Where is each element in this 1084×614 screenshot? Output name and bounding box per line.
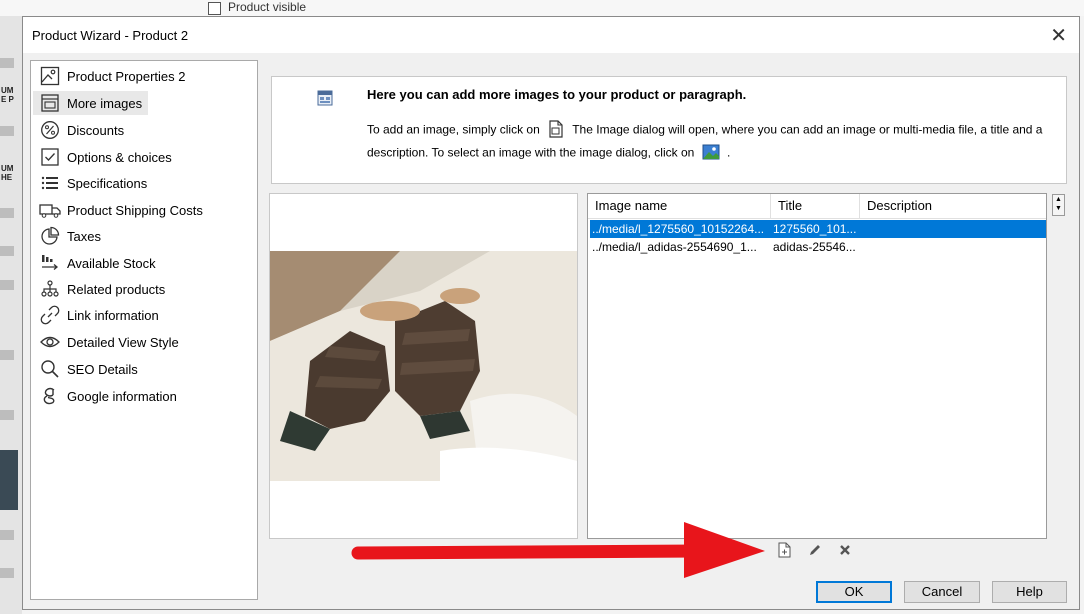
add-image-button[interactable] (775, 541, 795, 561)
new-document-icon (778, 542, 792, 561)
nav-item-label: More images (67, 95, 143, 111)
new-document-icon (547, 120, 565, 141)
cell-title: adidas-25546... (773, 240, 856, 254)
images-table[interactable]: Image name Title Description ../media/l_… (587, 193, 1047, 539)
background-left-strip: UM E P UM HE (0, 0, 22, 614)
nav-item-label: Related products (67, 281, 166, 297)
pencil-icon (808, 543, 822, 560)
info-text: . (726, 145, 731, 160)
nav-item-label: Link information (67, 307, 159, 323)
info-text: description. To select an image with the… (367, 145, 695, 160)
background-bar (0, 246, 14, 256)
background-bar (0, 568, 14, 578)
background-thumbnail (0, 450, 18, 510)
eye-icon (39, 331, 61, 353)
close-button[interactable]: ✕ (1050, 23, 1067, 48)
list-icon (39, 172, 61, 194)
product-photo-shoes (270, 251, 577, 481)
table-header: Image name Title Description (588, 194, 1046, 219)
cell-image-name: ../media/l_adidas-2554690_1... (592, 240, 757, 254)
column-header-title[interactable]: Title (771, 194, 860, 218)
nav-item-label: Product Properties 2 (67, 68, 186, 84)
link-icon (39, 304, 61, 326)
search-icon (39, 358, 61, 380)
image-preview-panel (269, 193, 578, 539)
info-heading: Here you can add more images to your pro… (367, 87, 747, 102)
info-panel: Here you can add more images to your pro… (271, 76, 1067, 184)
stock-icon (39, 252, 61, 274)
column-header-image-name[interactable]: Image name (588, 194, 771, 218)
nav-item-taxes[interactable]: Taxes (33, 224, 107, 248)
info-text: To add an image, simply click on (367, 122, 540, 137)
background-text: UM HE (1, 164, 14, 182)
nav-item-label: Detailed View Style (67, 334, 179, 350)
images-info-icon (317, 90, 333, 109)
ok-button[interactable]: OK (816, 581, 892, 603)
background-bar (0, 410, 14, 420)
help-button[interactable]: Help (992, 581, 1067, 603)
background-bar (0, 126, 14, 136)
nav-item-related-products[interactable]: Related products (33, 277, 171, 301)
info-text: The Image dialog will open, where you ca… (572, 122, 1043, 137)
nav-item-label: Discounts (67, 122, 125, 138)
checkbox-icon (39, 146, 61, 168)
nav-item-google-information[interactable]: Google information (33, 384, 183, 408)
nav-item-available-stock[interactable]: Available Stock (33, 251, 162, 275)
google-icon (39, 385, 61, 407)
info-text-line-2: description. To select an image with the… (367, 144, 730, 163)
nav-item-label: Product Shipping Costs (67, 202, 203, 218)
nav-item-seo-details[interactable]: SEO Details (33, 357, 144, 381)
nav-item-specifications[interactable]: Specifications (33, 171, 153, 195)
background-checkbox (208, 2, 221, 15)
dialog-title: Product Wizard - Product 2 (32, 28, 189, 43)
delete-image-button[interactable] (835, 541, 855, 561)
nav-item-label: SEO Details (67, 361, 138, 377)
nav-item-detailed-view-style[interactable]: Detailed View Style (33, 330, 185, 354)
nav-item-more-images[interactable]: More images (33, 91, 149, 115)
product-wizard-dialog: Product Wizard - Product 2 ✕ Product Pro… (22, 16, 1080, 610)
nav-item-shipping-costs[interactable]: Product Shipping Costs (33, 198, 209, 222)
truck-icon (39, 199, 61, 221)
background-text: UM E P (1, 86, 14, 104)
info-text-line-1: To add an image, simply click on The Ima… (367, 120, 1042, 141)
pie-chart-icon (39, 225, 61, 247)
image-select-icon (702, 144, 720, 163)
nav-item-product-properties[interactable]: Product Properties 2 (33, 64, 192, 88)
images-icon (39, 92, 61, 114)
nav-item-label: Available Stock (67, 255, 156, 271)
background-top-text: Product visible (228, 0, 307, 14)
nav-item-label: Options & choices (67, 149, 172, 165)
table-row[interactable]: ../media/l_adidas-2554690_1... adidas-25… (590, 238, 1046, 256)
row-order-spinner[interactable]: ▲ ▼ (1052, 194, 1065, 216)
nav-item-label: Taxes (67, 228, 101, 244)
nav-item-label: Google information (67, 388, 177, 404)
delete-x-icon (839, 544, 851, 559)
nav-item-link-information[interactable]: Link information (33, 303, 165, 327)
nav-item-discounts[interactable]: Discounts (33, 118, 130, 142)
nav-item-label: Specifications (67, 175, 148, 191)
background-bar (0, 58, 14, 68)
cell-image-name: ../media/l_1275560_10152264... (592, 222, 765, 236)
cell-title: 1275560_101... (773, 222, 857, 236)
background-bar (0, 350, 14, 360)
edit-image-button[interactable] (805, 541, 825, 561)
background-bar (0, 280, 14, 290)
background-bar (0, 530, 14, 540)
background-bar (0, 208, 14, 218)
dialog-titlebar: Product Wizard - Product 2 ✕ (23, 17, 1079, 53)
nav-item-options-choices[interactable]: Options & choices (33, 145, 178, 169)
cancel-button[interactable]: Cancel (904, 581, 980, 603)
percent-icon (39, 119, 61, 141)
background-top-strip: Product visible (0, 0, 1084, 16)
image-frame-icon (39, 65, 61, 87)
table-row[interactable]: ../media/l_1275560_10152264... 1275560_1… (590, 220, 1046, 238)
wizard-nav-list: Product Properties 2 More images Discoun… (30, 60, 258, 600)
column-header-description[interactable]: Description (860, 194, 1046, 218)
hierarchy-icon (39, 278, 61, 300)
